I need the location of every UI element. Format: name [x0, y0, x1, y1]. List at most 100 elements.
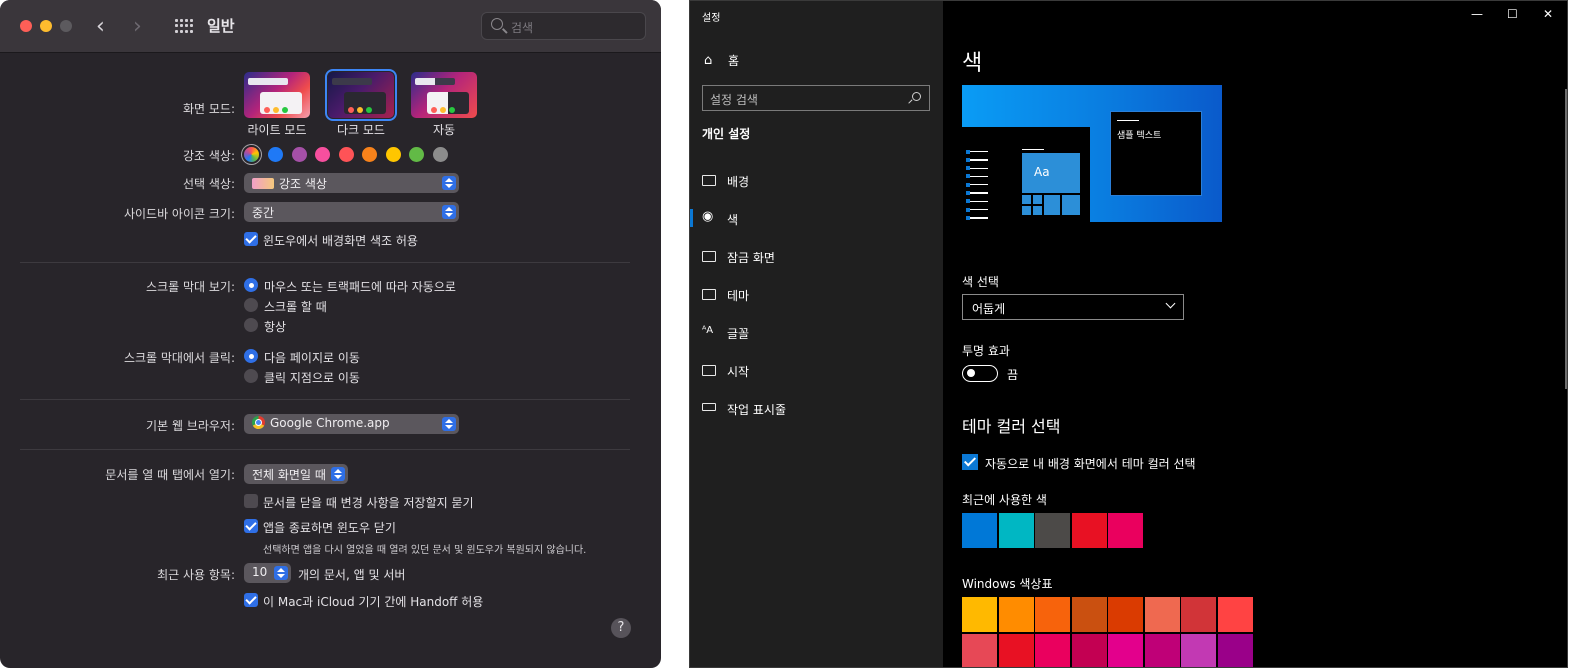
close-icon[interactable]: ✕ [1543, 7, 1553, 21]
palette-color-swatch[interactable] [962, 597, 997, 632]
wallpaper-tint-checkbox[interactable] [244, 232, 258, 246]
palette-color-swatch[interactable] [1217, 634, 1253, 667]
close-window-button[interactable] [20, 20, 32, 32]
recent-color-swatch[interactable] [998, 513, 1034, 548]
recent-color-swatch[interactable] [1035, 513, 1070, 548]
appearance-auto-label[interactable]: 자동 [399, 121, 489, 138]
palette-color-swatch[interactable] [1035, 597, 1070, 632]
accent-color-swatch[interactable] [409, 147, 424, 162]
divider [20, 262, 630, 263]
scrollbars-always-radio[interactable] [244, 318, 258, 332]
nav-themes[interactable]: 테마 [727, 287, 749, 304]
highlight-swatch [252, 178, 274, 189]
popup-arrows-icon [274, 566, 288, 580]
accent-color-swatch[interactable] [315, 147, 330, 162]
accent-color-swatch[interactable] [432, 147, 448, 162]
accent-color-swatch[interactable] [268, 147, 283, 162]
show-scrollbars-label: 스크롤 막대 보기: [146, 280, 235, 294]
show-all-grid-icon[interactable] [175, 19, 193, 33]
palette-color-swatch[interactable] [1144, 634, 1180, 667]
preview-tile-label: Aa [1034, 165, 1050, 179]
close-windows-checkbox[interactable] [244, 519, 258, 533]
popup-arrows-icon [331, 467, 345, 481]
section-title: 개인 설정 [702, 127, 751, 141]
chevron-right-icon[interactable]: › [133, 14, 142, 39]
scrollbars-scrolling-radio[interactable] [244, 298, 258, 312]
palette-color-swatch[interactable] [998, 597, 1034, 632]
ask-save-changes-checkbox[interactable] [244, 494, 258, 508]
nav-fonts[interactable]: 글꼴 [727, 325, 749, 342]
palette-color-swatch[interactable] [1144, 597, 1180, 632]
default-browser-popup[interactable]: Google Chrome.app [244, 414, 459, 434]
search-field[interactable]: 검색 [481, 12, 646, 40]
palette-color-swatch[interactable] [1181, 634, 1216, 667]
appearance-light-label[interactable]: 라이트 모드 [232, 121, 322, 138]
recent-color-swatch[interactable] [1071, 513, 1107, 548]
nav-background[interactable]: 배경 [727, 173, 749, 190]
palette-color-swatch[interactable] [998, 634, 1034, 667]
maximize-icon[interactable]: ☐ [1507, 7, 1518, 21]
palette-color-swatch[interactable] [1181, 597, 1216, 632]
scroll-click-next-page-label: 다음 페이지로 이동 [264, 351, 360, 365]
scroll-click-next-page-radio[interactable] [244, 349, 258, 363]
default-browser-label: 기본 웹 브라우저: [146, 419, 235, 433]
auto-accent-label: 자동으로 내 배경 화면에서 테마 컬러 선택 [985, 457, 1196, 471]
nav-taskbar[interactable]: 작업 표시줄 [727, 401, 786, 418]
settings-search-placeholder: 설정 검색 [710, 93, 758, 107]
recent-color-swatch[interactable] [962, 513, 997, 548]
appearance-dark-label[interactable]: 다크 모드 [316, 121, 406, 138]
scroll-click-spot-radio[interactable] [244, 369, 258, 383]
minimize-window-button[interactable] [40, 20, 52, 32]
nav-selected-indicator [690, 209, 693, 227]
nav-start[interactable]: 시작 [727, 363, 749, 380]
palette-color-swatch[interactable] [1071, 597, 1107, 632]
palette-color-swatch[interactable] [962, 634, 997, 667]
accent-color-swatch[interactable] [338, 147, 354, 162]
home-icon[interactable]: ⌂ [704, 53, 712, 68]
nav-colors[interactable]: 색 [727, 211, 738, 228]
zoom-window-button[interactable] [60, 20, 72, 32]
scrollbars-auto-radio[interactable] [244, 278, 258, 292]
nav-home[interactable]: 홈 [728, 52, 739, 69]
auto-accent-checkbox[interactable] [962, 454, 978, 470]
appearance-auto-thumbnail[interactable] [411, 72, 477, 118]
palette-color-swatch[interactable] [1217, 597, 1253, 632]
sidebar-icon-size-popup[interactable]: 중간 [244, 202, 459, 222]
nav-lock-screen[interactable]: 잠금 화면 [727, 249, 775, 266]
color-mode-label: 색 선택 [962, 275, 999, 289]
accent-color-swatch[interactable] [362, 147, 377, 162]
preview-window: 샘플 텍스트 [1110, 111, 1202, 196]
popup-arrows-icon [442, 176, 456, 190]
appearance-dark-thumbnail[interactable] [325, 69, 397, 121]
scroll-click-spot-label: 클릭 지점으로 이동 [264, 371, 360, 385]
default-browser-value: Google Chrome.app [270, 416, 390, 430]
handoff-checkbox[interactable] [244, 593, 258, 607]
highlight-color-popup[interactable]: 강조 색상 [244, 173, 459, 193]
scrollbars-always-label: 항상 [264, 320, 287, 334]
palette-color-swatch[interactable] [1108, 634, 1143, 667]
settings-sidebar: 설정 ⌂ 홈 설정 검색 개인 설정 배경 ◉ 색 잠금 화면 테마 ᴬA 글꼴… [690, 1, 943, 667]
appearance-light-thumbnail[interactable] [244, 72, 310, 118]
chevron-left-icon[interactable]: ‹ [96, 14, 105, 39]
mac-general-preferences-window: ‹ › 일반 검색 화면 모드: 라이트 모드 다크 모드 자동 강조 색상: … [0, 0, 661, 668]
scrollbar[interactable] [1565, 89, 1567, 389]
transparency-toggle[interactable] [962, 365, 998, 382]
color-mode-dropdown[interactable]: 어둡게 [962, 294, 1184, 320]
accent-color-swatch[interactable] [291, 147, 307, 162]
accent-multicolor-swatch[interactable] [244, 147, 259, 162]
scrollbars-auto-label: 마우스 또는 트랙패드에 따라 자동으로 [264, 280, 456, 294]
palette-color-swatch[interactable] [1035, 634, 1070, 667]
recent-color-swatch[interactable] [1108, 513, 1143, 548]
window-title: 설정 [702, 13, 721, 24]
settings-search-input[interactable]: 설정 검색 [702, 85, 930, 111]
close-windows-note: 선택하면 앱을 다시 열었을 때 열려 있던 문서 및 윈도우가 복원되지 않습… [263, 545, 587, 556]
palette-color-swatch[interactable] [1108, 597, 1143, 632]
recent-items-popup[interactable]: 10 [244, 563, 291, 583]
palette-color-swatch[interactable] [1071, 634, 1107, 667]
accent-color-swatch[interactable] [385, 147, 401, 162]
picture-icon [702, 175, 716, 186]
help-button[interactable]: ? [611, 618, 631, 638]
highlight-color-value: 강조 색상 [279, 177, 327, 191]
minimize-icon[interactable]: — [1471, 7, 1483, 21]
prefer-tabs-popup[interactable]: 전체 화면일 때 [244, 464, 348, 484]
